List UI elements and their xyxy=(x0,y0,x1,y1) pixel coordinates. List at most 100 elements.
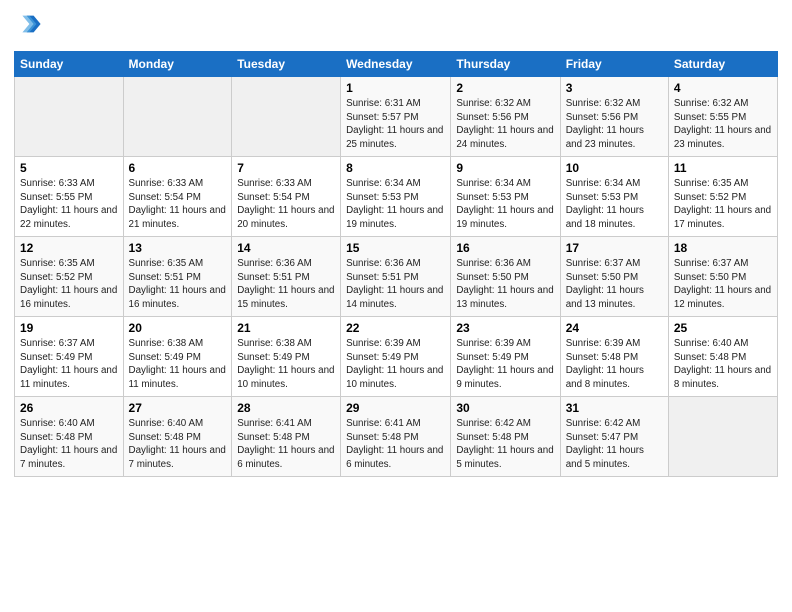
day-number: 31 xyxy=(566,401,663,415)
day-cell-1: 1Sunrise: 6:31 AMSunset: 5:57 PMDaylight… xyxy=(341,77,451,157)
day-cell-2: 2 Sunrise: 6:32 AMSunset: 5:56 PMDaylight… xyxy=(451,77,560,157)
day-cell-8: 8 Sunrise: 6:34 AMSunset: 5:53 PMDaylight… xyxy=(341,157,451,237)
day-cell-14: 14 Sunrise: 6:36 AMSunset: 5:51 PMDayligh… xyxy=(232,237,341,317)
day-info: Sunrise: 6:36 AMSunset: 5:51 PMDaylight:… xyxy=(237,257,335,312)
day-cell-21: 21 Sunrise: 6:38 AMSunset: 5:49 PMDayligh… xyxy=(232,317,341,397)
day-cell-25: 25Sunrise: 6:40 AMSunset: 5:48 PMDayligh… xyxy=(668,317,777,397)
day-info: Sunrise: 6:34 AMSunset: 5:53 PMDaylight:… xyxy=(566,177,663,232)
day-cell-19: 19 Sunrise: 6:37 AMSunset: 5:49 PMDayligh… xyxy=(15,317,124,397)
day-cell-3: 3 Sunrise: 6:32 AMSunset: 5:56 PMDaylight… xyxy=(560,77,668,157)
day-info: Sunrise: 6:32 AMSunset: 5:56 PMDaylight:… xyxy=(456,97,554,152)
day-number: 11 xyxy=(674,161,772,175)
day-cell-15: 15 Sunrise: 6:36 AMSunset: 5:51 PMDayligh… xyxy=(341,237,451,317)
day-cell-20: 20 Sunrise: 6:38 AMSunset: 5:49 PMDayligh… xyxy=(123,317,232,397)
col-header-wednesday: Wednesday xyxy=(341,52,451,77)
day-number: 26 xyxy=(20,401,118,415)
day-info: Sunrise: 6:35 AMSunset: 5:52 PMDaylight:… xyxy=(20,257,118,312)
day-info: Sunrise: 6:36 AMSunset: 5:51 PMDaylight:… xyxy=(346,257,445,312)
week-row-2: 12 Sunrise: 6:35 AMSunset: 5:52 PMDayligh… xyxy=(15,237,778,317)
day-info: Sunrise: 6:36 AMSunset: 5:50 PMDaylight:… xyxy=(456,257,554,312)
day-info: Sunrise: 6:38 AMSunset: 5:49 PMDaylight:… xyxy=(237,337,335,392)
day-info: Sunrise: 6:35 AMSunset: 5:52 PMDaylight:… xyxy=(674,177,772,232)
day-info: Sunrise: 6:34 AMSunset: 5:53 PMDaylight:… xyxy=(346,177,445,232)
empty-cell xyxy=(232,77,341,157)
col-header-sunday: Sunday xyxy=(15,52,124,77)
day-info: Sunrise: 6:37 AMSunset: 5:49 PMDaylight:… xyxy=(20,337,118,392)
day-cell-5: 5 Sunrise: 6:33 AMSunset: 5:55 PMDaylight… xyxy=(15,157,124,237)
day-number: 14 xyxy=(237,241,335,255)
day-cell-30: 30 Sunrise: 6:42 AMSunset: 5:48 PMDayligh… xyxy=(451,397,560,477)
day-info: Sunrise: 6:39 AMSunset: 5:48 PMDaylight:… xyxy=(566,337,663,392)
day-info: Sunrise: 6:41 AMSunset: 5:48 PMDaylight:… xyxy=(346,417,445,472)
day-info: Sunrise: 6:33 AMSunset: 5:54 PMDaylight:… xyxy=(129,177,227,232)
day-number: 23 xyxy=(456,321,554,335)
day-cell-28: 28 Sunrise: 6:41 AMSunset: 5:48 PMDayligh… xyxy=(232,397,341,477)
day-cell-31: 31 Sunrise: 6:42 AMSunset: 5:47 PMDayligh… xyxy=(560,397,668,477)
day-number: 30 xyxy=(456,401,554,415)
day-cell-26: 26 Sunrise: 6:40 AMSunset: 5:48 PMDayligh… xyxy=(15,397,124,477)
day-number: 8 xyxy=(346,161,445,175)
week-row-4: 26 Sunrise: 6:40 AMSunset: 5:48 PMDayligh… xyxy=(15,397,778,477)
day-number: 17 xyxy=(566,241,663,255)
day-cell-4: 4 Sunrise: 6:32 AMSunset: 5:55 PMDaylight… xyxy=(668,77,777,157)
day-cell-18: 18 Sunrise: 6:37 AMSunset: 5:50 PMDayligh… xyxy=(668,237,777,317)
logo xyxy=(14,10,44,43)
day-info: Sunrise: 6:39 AMSunset: 5:49 PMDaylight:… xyxy=(456,337,554,392)
day-info: Sunrise: 6:38 AMSunset: 5:49 PMDaylight:… xyxy=(129,337,227,392)
empty-cell xyxy=(15,77,124,157)
day-number: 10 xyxy=(566,161,663,175)
day-number: 12 xyxy=(20,241,118,255)
day-number: 16 xyxy=(456,241,554,255)
day-number: 5 xyxy=(20,161,118,175)
day-number: 21 xyxy=(237,321,335,335)
calendar-header-row: SundayMondayTuesdayWednesdayThursdayFrid… xyxy=(15,52,778,77)
day-info: Sunrise: 6:40 AMSunset: 5:48 PMDaylight:… xyxy=(129,417,227,472)
day-number: 15 xyxy=(346,241,445,255)
day-info: Sunrise: 6:40 AMSunset: 5:48 PMDaylight:… xyxy=(20,417,118,472)
week-row-0: 1Sunrise: 6:31 AMSunset: 5:57 PMDaylight… xyxy=(15,77,778,157)
day-info: Sunrise: 6:32 AMSunset: 5:55 PMDaylight:… xyxy=(674,97,772,152)
calendar-table: SundayMondayTuesdayWednesdayThursdayFrid… xyxy=(14,51,778,477)
day-info: Sunrise: 6:37 AMSunset: 5:50 PMDaylight:… xyxy=(566,257,663,312)
day-cell-24: 24 Sunrise: 6:39 AMSunset: 5:48 PMDayligh… xyxy=(560,317,668,397)
col-header-tuesday: Tuesday xyxy=(232,52,341,77)
empty-cell xyxy=(123,77,232,157)
day-info: Sunrise: 6:37 AMSunset: 5:50 PMDaylight:… xyxy=(674,257,772,312)
page-header xyxy=(14,10,778,43)
day-number: 29 xyxy=(346,401,445,415)
col-header-saturday: Saturday xyxy=(668,52,777,77)
day-cell-13: 13 Sunrise: 6:35 AMSunset: 5:51 PMDayligh… xyxy=(123,237,232,317)
day-number: 20 xyxy=(129,321,227,335)
day-info: Sunrise: 6:42 AMSunset: 5:48 PMDaylight:… xyxy=(456,417,554,472)
day-info: Sunrise: 6:41 AMSunset: 5:48 PMDaylight:… xyxy=(237,417,335,472)
day-cell-16: 16 Sunrise: 6:36 AMSunset: 5:50 PMDayligh… xyxy=(451,237,560,317)
day-cell-9: 9 Sunrise: 6:34 AMSunset: 5:53 PMDaylight… xyxy=(451,157,560,237)
week-row-3: 19 Sunrise: 6:37 AMSunset: 5:49 PMDayligh… xyxy=(15,317,778,397)
day-cell-27: 27Sunrise: 6:40 AMSunset: 5:48 PMDayligh… xyxy=(123,397,232,477)
col-header-friday: Friday xyxy=(560,52,668,77)
col-header-monday: Monday xyxy=(123,52,232,77)
day-number: 13 xyxy=(129,241,227,255)
day-number: 4 xyxy=(674,81,772,95)
day-info: Sunrise: 6:42 AMSunset: 5:47 PMDaylight:… xyxy=(566,417,663,472)
day-number: 2 xyxy=(456,81,554,95)
day-number: 19 xyxy=(20,321,118,335)
day-cell-23: 23 Sunrise: 6:39 AMSunset: 5:49 PMDayligh… xyxy=(451,317,560,397)
day-cell-12: 12 Sunrise: 6:35 AMSunset: 5:52 PMDayligh… xyxy=(15,237,124,317)
day-number: 28 xyxy=(237,401,335,415)
logo-icon xyxy=(14,10,42,38)
day-info: Sunrise: 6:33 AMSunset: 5:54 PMDaylight:… xyxy=(237,177,335,232)
day-info: Sunrise: 6:32 AMSunset: 5:56 PMDaylight:… xyxy=(566,97,663,152)
week-row-1: 5 Sunrise: 6:33 AMSunset: 5:55 PMDaylight… xyxy=(15,157,778,237)
day-info: Sunrise: 6:35 AMSunset: 5:51 PMDaylight:… xyxy=(129,257,227,312)
day-number: 9 xyxy=(456,161,554,175)
day-number: 7 xyxy=(237,161,335,175)
day-info: Sunrise: 6:34 AMSunset: 5:53 PMDaylight:… xyxy=(456,177,554,232)
day-cell-10: 10 Sunrise: 6:34 AMSunset: 5:53 PMDayligh… xyxy=(560,157,668,237)
day-number: 22 xyxy=(346,321,445,335)
day-number: 3 xyxy=(566,81,663,95)
day-number: 24 xyxy=(566,321,663,335)
day-info: Sunrise: 6:33 AMSunset: 5:55 PMDaylight:… xyxy=(20,177,118,232)
day-number: 18 xyxy=(674,241,772,255)
day-info: Sunrise: 6:40 AMSunset: 5:48 PMDaylight:… xyxy=(674,337,772,392)
